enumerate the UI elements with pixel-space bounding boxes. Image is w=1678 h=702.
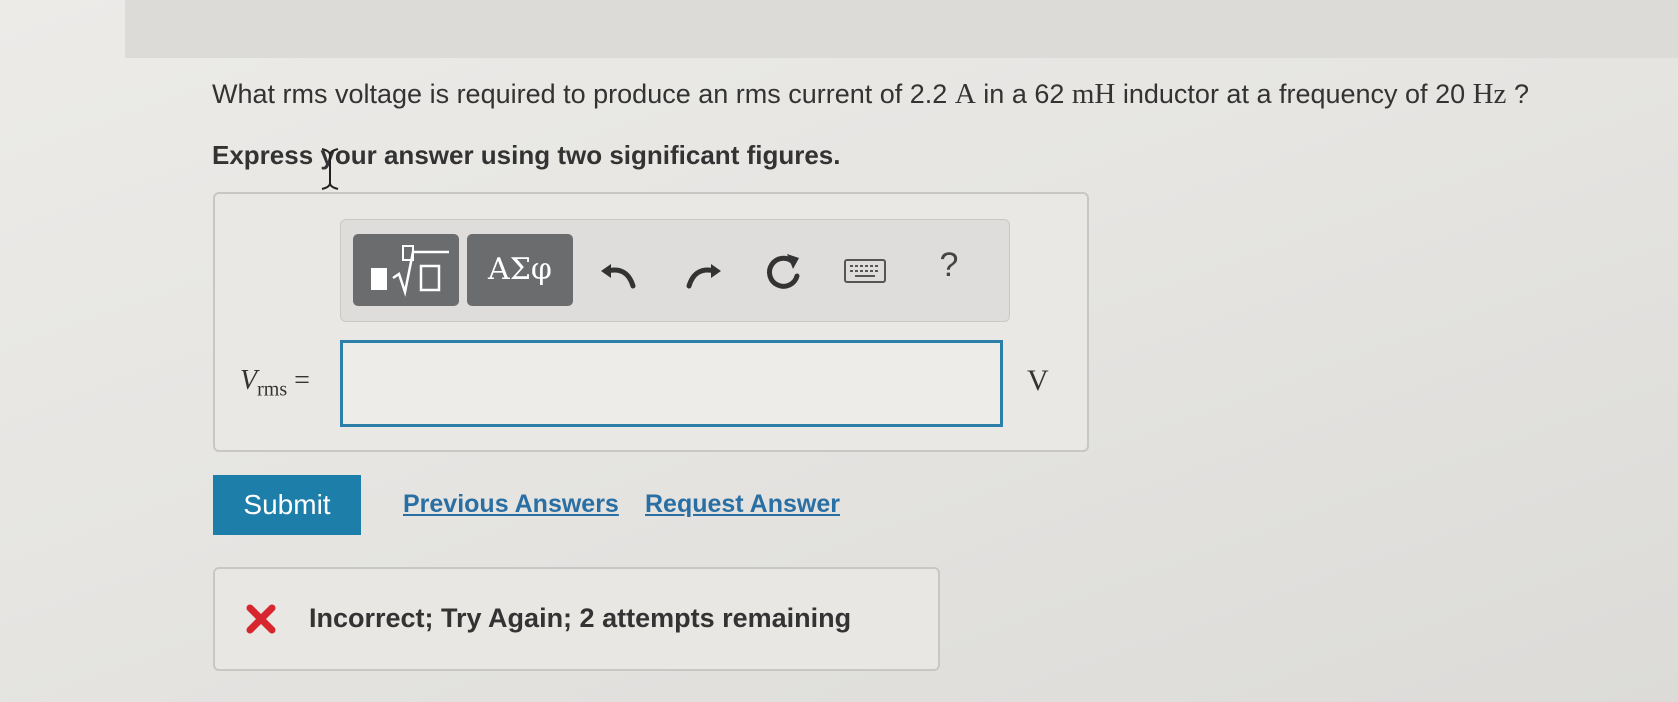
greek-symbols-button[interactable]: ΑΣφ <box>467 234 573 306</box>
incorrect-x-icon <box>246 604 276 634</box>
reset-icon <box>767 254 800 289</box>
answer-variable-label: Vrms = <box>240 365 310 401</box>
templates-button[interactable] <box>353 234 459 306</box>
answer-input[interactable] <box>340 340 1003 427</box>
feedback-message: Incorrect; Try Again; 2 attempts remaini… <box>309 603 852 633</box>
submit-button[interactable]: Submit <box>213 475 361 535</box>
radical-template-icon <box>371 245 449 297</box>
redo-icon <box>686 264 721 289</box>
previous-answers-link[interactable]: Previous Answers <box>403 490 619 519</box>
instruction-text: Express your answer using two significan… <box>212 140 841 170</box>
math-toolbar: ΑΣφ ? <box>340 219 1010 322</box>
undo-button[interactable] <box>597 242 645 298</box>
keyboard-button[interactable] <box>841 242 889 298</box>
reset-button[interactable] <box>759 242 807 298</box>
undo-icon <box>601 264 636 289</box>
request-answer-link[interactable]: Request Answer <box>645 490 840 519</box>
top-background-strip <box>125 0 1678 58</box>
text-cursor-icon <box>321 148 339 190</box>
feedback-panel: Incorrect; Try Again; 2 attempts remaini… <box>213 567 940 671</box>
keyboard-icon <box>844 259 886 283</box>
help-button[interactable]: ? <box>929 246 969 296</box>
answer-unit: V <box>1027 364 1049 397</box>
question-text: What rms voltage is required to produce … <box>212 78 1529 110</box>
redo-button[interactable] <box>677 242 725 298</box>
greek-symbols-label: ΑΣφ <box>488 252 552 287</box>
